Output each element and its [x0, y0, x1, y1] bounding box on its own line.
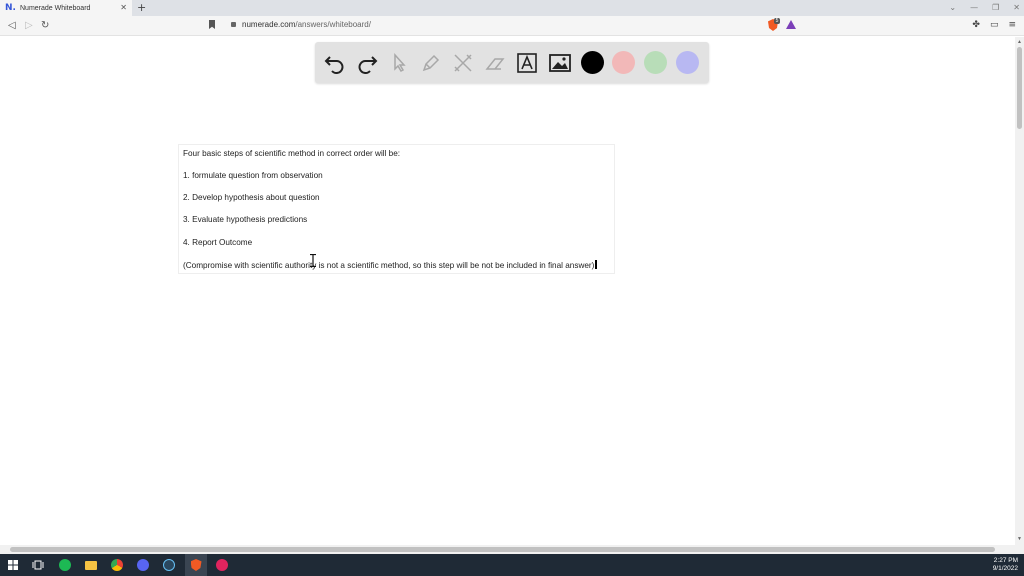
color-green-swatch[interactable] [644, 51, 667, 74]
color-red-swatch[interactable] [612, 51, 635, 74]
horizontal-scrollbar[interactable] [0, 545, 1024, 554]
reload-icon[interactable]: ↻ [41, 18, 49, 33]
select-button[interactable] [386, 50, 412, 76]
note-line: (Compromise with scientific authority is… [183, 261, 595, 270]
text-tool-icon [517, 53, 537, 73]
windows-start-icon[interactable] [5, 557, 21, 573]
chrome-icon[interactable] [109, 557, 125, 573]
text-caret [595, 260, 597, 269]
menu-icon[interactable]: ≡ [1008, 19, 1016, 31]
image-icon [549, 54, 571, 72]
shields-count-badge: 5 [774, 18, 780, 24]
forward-icon[interactable]: ▷ [25, 18, 33, 33]
discord-icon[interactable] [135, 557, 151, 573]
clock-time: 2:27 PM [993, 557, 1018, 564]
undo-icon [324, 56, 344, 74]
close-window-icon[interactable]: ✕ [1013, 1, 1020, 15]
wallet-icon[interactable]: ▭ [990, 19, 999, 31]
scroll-down-icon[interactable]: ▼ [1017, 536, 1022, 542]
tools-button[interactable] [450, 50, 476, 76]
address-bar[interactable]: numerade.com/answers/whiteboard/ [242, 20, 371, 29]
lock-icon[interactable] [231, 22, 236, 27]
undo-button[interactable] [322, 50, 348, 76]
extension-icons: ✤ ▭ ≡ [972, 19, 1016, 31]
eraser-icon [485, 58, 505, 70]
vertical-scrollbar[interactable]: ▲ ▼ [1015, 37, 1024, 545]
tab-strip: N. Numerade Whiteboard ✕ + ⌄ — ❐ ✕ [0, 0, 1024, 16]
image-button[interactable] [547, 50, 573, 76]
clock-date: 9/1/2022 [992, 565, 1018, 572]
step-2-line: 2. Develop hypothesis about question [183, 193, 320, 202]
task-view-glyph-icon [32, 560, 44, 570]
system-clock[interactable]: 2:27 PM 9/1/2022 [993, 557, 1018, 573]
minimize-icon[interactable]: — [970, 1, 978, 15]
spotify-icon[interactable] [57, 557, 73, 573]
pointer-icon [394, 53, 406, 72]
note-line-wrap: (Compromise with scientific authority is… [183, 260, 597, 270]
eraser-button[interactable] [482, 50, 508, 76]
redo-button[interactable] [354, 50, 380, 76]
app-taskbar-icon[interactable] [214, 557, 230, 573]
brave-rewards-icon[interactable] [786, 20, 796, 29]
browser-window: N. Numerade Whiteboard ✕ + ⌄ — ❐ ✕ ◁ ▷ ↻… [0, 0, 1024, 576]
file-explorer-icon[interactable] [83, 557, 99, 573]
browser-toolbar: ◁ ▷ ↻ numerade.com/answers/whiteboard/ 5… [0, 16, 1024, 36]
steam-icon[interactable] [161, 557, 177, 573]
url-path: /answers/whiteboard/ [295, 20, 371, 29]
redo-icon [358, 56, 378, 74]
new-tab-icon[interactable]: + [137, 1, 146, 14]
whiteboard-toolbar [315, 42, 709, 83]
step-4-line: 4. Report Outcome [183, 238, 253, 247]
step-1-line: 1. formulate question from observation [183, 171, 323, 180]
windows-logo-icon [8, 560, 18, 570]
url-domain: numerade.com [242, 20, 296, 29]
color-black-swatch[interactable] [581, 51, 604, 74]
text-button[interactable] [514, 50, 540, 76]
extensions-puzzle-icon[interactable]: ✤ [972, 19, 980, 31]
bookmark-icon[interactable] [209, 20, 215, 29]
intro-line: Four basic steps of scientific method in… [183, 149, 401, 158]
color-blue-swatch[interactable] [676, 51, 699, 74]
pen-button[interactable] [418, 50, 444, 76]
horizontal-scroll-thumb[interactable] [10, 547, 995, 552]
scroll-up-icon[interactable]: ▲ [1017, 39, 1022, 45]
tab-close-icon[interactable]: ✕ [120, 3, 127, 12]
numerade-favicon-icon: N. [5, 2, 16, 13]
task-view-icon[interactable] [30, 557, 46, 573]
step-3-line: 3. Evaluate hypothesis predictions [183, 215, 308, 224]
answer-text-box[interactable]: Four basic steps of scientific method in… [178, 144, 615, 274]
ibeam-cursor-icon [310, 254, 316, 267]
whiteboard-page[interactable]: Four basic steps of scientific method in… [0, 37, 1015, 545]
taskbar: 2:27 PM 9/1/2022 [0, 554, 1024, 576]
tools-icon [454, 54, 472, 72]
brave-taskbar-icon[interactable] [188, 557, 204, 573]
dropdown-tabs-icon[interactable]: ⌄ [949, 1, 956, 15]
vertical-scroll-thumb[interactable] [1017, 47, 1022, 129]
tab-title: Numerade Whiteboard [20, 4, 91, 12]
pen-icon [422, 54, 440, 72]
tab-numerade-whiteboard[interactable]: N. Numerade Whiteboard ✕ [0, 0, 132, 16]
restore-icon[interactable]: ❐ [992, 1, 999, 15]
window-controls: ⌄ — ❐ ✕ [949, 1, 1020, 15]
back-icon[interactable]: ◁ [8, 18, 16, 33]
